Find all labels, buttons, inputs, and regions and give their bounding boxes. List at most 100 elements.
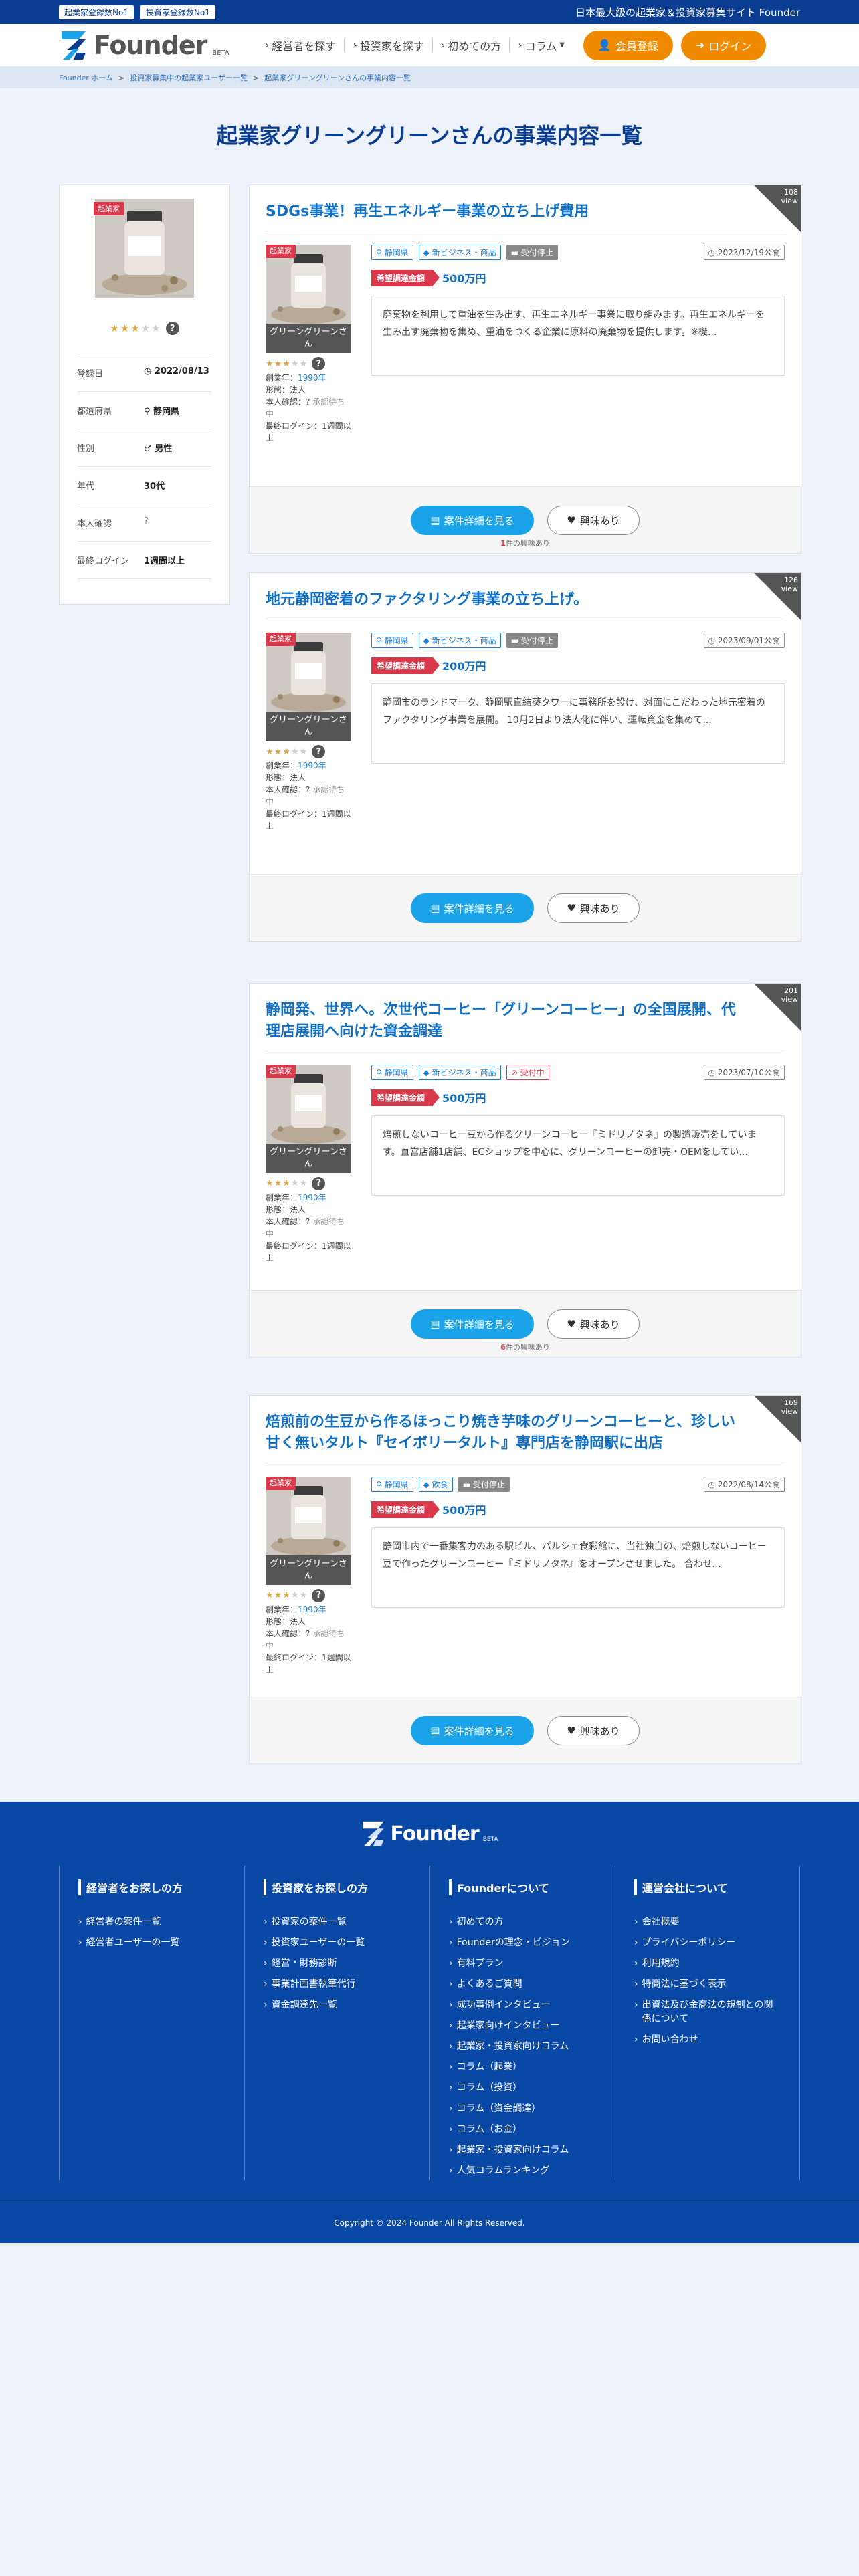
footer-link[interactable]: 起業家・投資家向けコラム (449, 2040, 596, 2054)
map-pin-icon: ⚲ (376, 247, 385, 257)
footer-link[interactable]: よくあるご質問 (449, 1977, 596, 1992)
owner-photo[interactable]: 起業家 (266, 632, 351, 712)
nav-first-time[interactable]: › 初めての方 (432, 38, 509, 53)
owner-name[interactable]: グリーングリーンさん (266, 711, 351, 742)
help-icon[interactable]: ? (312, 745, 326, 759)
footer-link[interactable]: Founderの理念・ビジョン (449, 1936, 596, 1950)
footer-link[interactable]: 人気コラムランキング (449, 2164, 596, 2178)
star-empty-icon: ★ (290, 1178, 299, 1189)
card-actions: ▤ 案件詳細を見る ♥ 興味あり 1件の興味あり (250, 486, 801, 553)
owner-name[interactable]: グリーングリーンさん (266, 323, 351, 354)
project-description: 廃棄物を利用して重油を生み出す、再生エネルギー事業に取り組みます。再生エネルギー… (371, 295, 785, 376)
interest-button[interactable]: ♥ 興味あり (547, 1309, 640, 1339)
owner-photo[interactable]: 起業家 (266, 244, 351, 324)
row-label: 都道府県 (77, 407, 112, 417)
footer-link[interactable]: 資金調達先一覧 (264, 1998, 411, 2012)
footer-link[interactable]: お問い合わせ (634, 2033, 781, 2047)
footer-link[interactable]: 投資家の案件一覧 (264, 1915, 411, 1929)
interest-button[interactable]: ♥ 興味あり (547, 1716, 640, 1745)
view-detail-button[interactable]: ▤ 案件詳細を見る (411, 1309, 534, 1339)
owner-photo[interactable]: 起業家 (266, 1064, 351, 1144)
footer-link[interactable]: 利用規約 (634, 1957, 781, 1971)
tag-icon: ◆ (423, 247, 432, 257)
breadcrumb-home[interactable]: Founder ホーム (59, 72, 113, 83)
footer-link[interactable]: 出資法及び金商法の規制との関係について (634, 1998, 781, 2026)
footer-link[interactable]: 経営者の案件一覧 (78, 1915, 225, 1929)
status-badge: ▬ 受付停止 (506, 632, 558, 648)
nav-find-founders[interactable]: › 経営者を探す (257, 39, 344, 53)
footer-link[interactable]: 経営・財務診断 (264, 1957, 411, 1971)
caret-down-icon: ▼ (559, 41, 565, 49)
breadcrumb-list[interactable]: 投資家募集中の起業家ユーザー一覧 (130, 72, 248, 83)
project-title[interactable]: SDGs事業！再生エネルギー事業の立ち上げ費用 (250, 185, 801, 231)
footer-link-label: 有料プラン (456, 1958, 504, 1969)
footer-link[interactable]: 事業計画書執筆代行 (264, 1977, 411, 1992)
funding-amount: 希望調達金額 500万円 (371, 1501, 785, 1518)
footer-link[interactable]: 会社概要 (634, 1915, 781, 1929)
project-title[interactable]: 地元静岡密着のファクタリング事業の立ち上げ。 (250, 573, 801, 619)
help-icon[interactable]: ? (312, 357, 326, 371)
date-label: 2023/12/19公開 (717, 247, 780, 257)
footer-link[interactable]: 起業家・投資家向けコラム (449, 2143, 596, 2157)
register-label: 会員登録 (615, 39, 658, 53)
project-title[interactable]: 焙煎前の生豆から作るほっこり焼き芋味のグリーンコーヒーと、珍しい甘く無いタルト『… (250, 1396, 801, 1463)
help-icon[interactable]: ? (312, 1589, 326, 1603)
owner-rating: ★ ★ ★ ★ ★ ? (266, 745, 351, 759)
footer-link[interactable]: コラム（資金調達） (449, 2102, 596, 2116)
footer-link[interactable]: 初めての方 (449, 1915, 596, 1929)
prefecture-chip: ⚲ 静岡県 (371, 1476, 413, 1492)
date-label: 2023/09/01公開 (717, 635, 780, 645)
page-title: 起業家グリーングリーンさんの事業内容一覧 (216, 123, 643, 148)
owner-name[interactable]: グリーングリーンさん (266, 1555, 351, 1586)
footer-link[interactable]: 投資家ユーザーの一覧 (264, 1936, 411, 1950)
funding-label: 希望調達金額 (371, 269, 440, 286)
interest-label: 興味あり (579, 902, 620, 915)
date-label: 2023/07/10公開 (717, 1067, 780, 1077)
footer-link[interactable]: 有料プラン (449, 1957, 596, 1971)
view-detail-button[interactable]: ▤ 案件詳細を見る (411, 893, 534, 923)
help-icon[interactable]: ? (165, 322, 179, 335)
footer-logo[interactable]: Founder BETA (0, 1820, 859, 1847)
view-detail-button[interactable]: ▤ 案件詳細を見る (411, 506, 534, 535)
funding-amount: 希望調達金額 500万円 (371, 269, 785, 286)
interest-button[interactable]: ♥ 興味あり (547, 506, 640, 535)
star-empty-icon: ★ (151, 322, 161, 334)
footer-link[interactable]: コラム（投資） (449, 2081, 596, 2095)
category-chip: ◆ 新ビジネス・商品 (418, 1064, 501, 1080)
footer-link-label: 出資法及び金商法の規制との関係について (642, 2000, 773, 2024)
project-title[interactable]: 静岡発、世界へ。次世代コーヒー「グリーンコーヒー」の全国展開、代理店展開へ向けた… (250, 984, 801, 1051)
profile-role-tag: 起業家 (94, 202, 124, 215)
footer-link-label: プライバシーポリシー (642, 1937, 736, 1948)
login-button[interactable]: ➜ ログイン (680, 30, 767, 60)
owner-name[interactable]: グリーングリーンさん (266, 1143, 351, 1174)
view-detail-button[interactable]: ▤ 案件詳細を見る (411, 1716, 534, 1745)
footer-link[interactable]: コラム（起業） (449, 2060, 596, 2074)
nav-find-investors[interactable]: › 投資家を探す (344, 38, 432, 53)
interest-count-suffix: 件の興味あり (505, 539, 550, 548)
footer-link[interactable]: 起業家向けインタビュー (449, 2019, 596, 2033)
owner-photo[interactable]: 起業家 (266, 1476, 351, 1555)
help-icon[interactable]: ? (312, 1177, 326, 1191)
footer-link[interactable]: 特商法に基づく表示 (634, 1977, 781, 1992)
register-button[interactable]: 👤 会員登録 (583, 30, 673, 60)
footer-link[interactable]: 成功事例インタビュー (449, 1998, 596, 2012)
footer-link-label: よくあるご質問 (456, 1979, 522, 1990)
project-card: 201 view 静岡発、世界へ。次世代コーヒー「グリーンコーヒー」の全国展開、代… (249, 983, 801, 1358)
view-count-ribbon: 108 view (754, 185, 801, 232)
footer-link[interactable]: 経営者ユーザーの一覧 (78, 1936, 225, 1950)
nav-column[interactable]: › コラム ▼ (509, 38, 573, 53)
category-chip: ◆ 新ビジネス・商品 (418, 244, 501, 260)
footer-link[interactable]: プライバシーポリシー (634, 1936, 781, 1950)
row-value: 30代 (144, 481, 165, 492)
verification: 本人確認：? 承認待ち中 (266, 784, 351, 808)
site-tagline: 日本最大級の起業家＆投資家募集サイト Founder (575, 6, 800, 19)
site-logo[interactable]: Founder BETA (59, 30, 257, 61)
row-value: 1週間以上 (144, 556, 185, 566)
nav-label: 投資家を探す (359, 39, 424, 53)
row-label: 最終ログイン (77, 556, 130, 566)
interest-button[interactable]: ♥ 興味あり (547, 893, 640, 923)
owner-role-tag: 起業家 (266, 1476, 296, 1491)
footer-link[interactable]: コラム（お金） (449, 2123, 596, 2137)
project-card: 169 view 焙煎前の生豆から作るほっこり焼き芋味のグリーンコーヒーと、珍しい… (249, 1395, 801, 1764)
profile-row-gender: 性別 ♂ 男性 (77, 429, 212, 466)
